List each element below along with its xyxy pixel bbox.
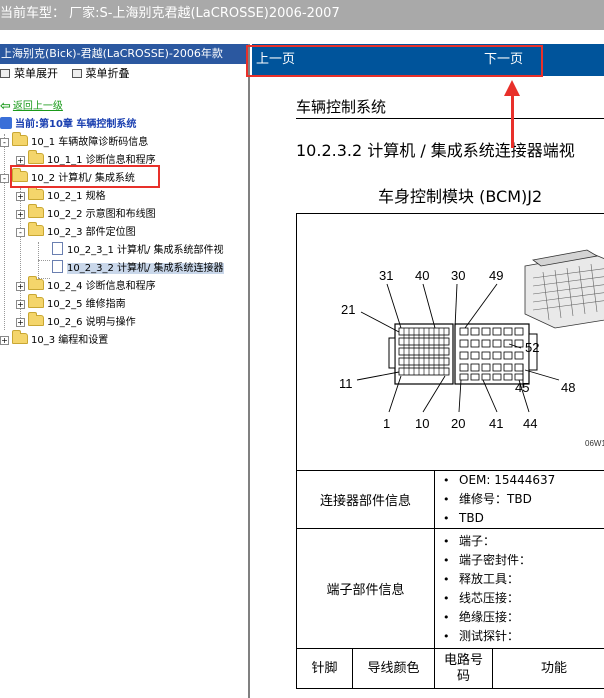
connector-diagram: 31 40 30 49 21 11 52 45 48 1 10 20 41 44 — [296, 213, 604, 471]
pin-label-bottom: 41 — [489, 416, 503, 431]
folder-icon — [28, 276, 44, 290]
book-icon — [0, 117, 12, 129]
tree-item[interactable]: +10_2_6 说明与操作 — [16, 312, 136, 332]
figure-code: 06W1 — [585, 439, 604, 448]
annotation-highlight-nav — [246, 45, 543, 77]
part-info-table: 连接器部件信息 OEM: 15444637 维修号：TBD TBD 端子部件信息… — [296, 470, 604, 649]
tree-item[interactable]: -10_2_3 部件定位图 — [16, 222, 136, 242]
pin-label-top: 30 — [451, 268, 465, 283]
section-title: 车辆控制系统 — [296, 98, 387, 116]
list-item: 释放工具： — [443, 570, 604, 589]
pin-label-bottom: 44 — [523, 416, 537, 431]
expand-menu-button[interactable]: 菜单展开 — [0, 64, 58, 84]
folder-icon — [28, 312, 44, 326]
terminal-info-cell: 端子： 端子密封件： 释放工具： 线芯压接： 绝缘压接： 测试探针： — [434, 528, 604, 649]
pin-label-left: 21 — [341, 302, 355, 317]
connector-end-view: 31 40 30 49 21 11 52 45 48 1 10 20 41 44 — [339, 249, 604, 448]
expand-node-icon[interactable]: + — [16, 300, 25, 309]
folder-icon — [28, 186, 44, 200]
annotation-arrow-up-icon — [504, 80, 520, 96]
collapse-node-icon[interactable]: - — [0, 174, 9, 183]
pin-label-top: 49 — [489, 268, 503, 283]
table-header-row: 针脚 导线颜色 电路号码 功能 — [296, 648, 604, 689]
expand-node-icon[interactable]: + — [16, 192, 25, 201]
back-link[interactable]: ⇦ 返回上一级 — [0, 98, 63, 116]
back-arrow-icon: ⇦ — [0, 99, 11, 114]
terminal-info-list: 端子： 端子密封件： 释放工具： 线芯压接： 绝缘压接： 测试探针： — [435, 532, 604, 646]
expand-node-icon[interactable]: + — [16, 282, 25, 291]
pin-function-table: 针脚 导线颜色 电路号码 功能 — [296, 648, 604, 689]
folder-icon — [28, 150, 44, 164]
pin-label-right: 52 — [525, 340, 539, 355]
tree-item-selected[interactable]: 10_2_3_2 计算机/ 集成系统连接器 — [52, 260, 224, 278]
pin-label-right: 48 — [561, 380, 575, 395]
tree-item[interactable]: +10_3 编程和设置 — [0, 330, 108, 350]
list-item: 端子密封件： — [443, 551, 604, 570]
annotation-highlight-tree — [10, 165, 160, 188]
list-item: 绝缘压接： — [443, 608, 604, 627]
list-item: 端子： — [443, 532, 604, 551]
tree-item[interactable]: +10_2_2 示意图和布线图 — [16, 204, 156, 224]
vehicle-header: 上海别克(Bick)-君越(LaCROSSE)-2006年款 — [0, 44, 248, 64]
tree-item[interactable]: 10_2_3_1 计算机/ 集成系统部件视 — [52, 242, 224, 260]
document-icon — [52, 242, 63, 255]
column-header-function: 功能 — [492, 648, 604, 689]
table-row: 端子部件信息 端子： 端子密封件： 释放工具： 线芯压接： 绝缘压接： 测试探针… — [296, 528, 604, 649]
list-item: 线芯压接： — [443, 589, 604, 608]
terminal-info-label: 端子部件信息 — [296, 528, 435, 649]
collapse-icon — [71, 69, 82, 78]
column-header-wire-color: 导线颜色 — [352, 648, 435, 689]
document-icon — [52, 260, 63, 273]
navigation-panel: 上海别克(Bick)-君越(LaCROSSE)-2006年款 菜单展开 菜单折叠… — [0, 44, 250, 698]
pin-label-bottom: 1 — [383, 416, 390, 431]
expand-node-icon[interactable]: + — [16, 156, 25, 165]
tree-toolbar: 菜单展开 菜单折叠 — [0, 64, 248, 84]
pin-label-bottom: 20 — [451, 416, 465, 431]
module-title: 车身控制模块 (BCM)J2 — [378, 187, 543, 206]
section-divider — [296, 118, 604, 119]
folder-icon — [28, 222, 44, 236]
column-header-circuit-number: 电路号码 — [434, 648, 493, 689]
expand-icon — [0, 69, 10, 78]
pin-label-right: 45 — [515, 380, 529, 395]
connector-info-cell: OEM: 15444637 维修号：TBD TBD — [434, 470, 604, 529]
current-chapter: 当前:第10章 车辆控制系统 — [0, 116, 136, 134]
tree-item[interactable]: +10_2_4 诊断信息和程序 — [16, 276, 156, 296]
list-item: OEM: 15444637 — [443, 471, 604, 490]
tree-item[interactable]: -10_1 车辆故障诊断码信息 — [0, 132, 148, 152]
connector-info-label: 连接器部件信息 — [296, 470, 435, 529]
folder-icon — [28, 204, 44, 218]
expand-node-icon[interactable]: + — [0, 336, 9, 345]
pin-label-top: 31 — [379, 268, 393, 283]
tree-guide-line — [4, 134, 5, 330]
window-title: 当前车型： 厂家:S-上海别克君越(LaCROSSE)2006-2007 — [0, 6, 340, 21]
connector-info-list: OEM: 15444637 维修号：TBD TBD — [435, 471, 604, 528]
window-title-bar: 当前车型： 厂家:S-上海别克君越(LaCROSSE)2006-2007 — [0, 0, 604, 30]
pin-label-bottom: 10 — [415, 416, 429, 431]
column-header-pin: 针脚 — [296, 648, 353, 689]
table-row: 连接器部件信息 OEM: 15444637 维修号：TBD TBD — [296, 470, 604, 529]
subsection-title: 10.2.3.2 计算机 / 集成系统连接器端视 — [296, 141, 575, 160]
expand-node-icon[interactable]: + — [16, 318, 25, 327]
connector-3d-illustration — [524, 249, 604, 329]
folder-icon — [28, 294, 44, 308]
collapse-node-icon[interactable]: - — [16, 228, 25, 237]
content-panel: 上一页 下一页 车辆控制系统 10.2.3.2 计算机 / 集成系统连接器端视 … — [252, 44, 604, 698]
pin-label-left: 11 — [339, 376, 353, 391]
list-item: TBD — [443, 509, 604, 528]
list-item: 维修号：TBD — [443, 490, 604, 509]
expand-node-icon[interactable]: + — [16, 210, 25, 219]
connector-latch-left — [388, 337, 396, 369]
folder-icon — [12, 132, 28, 146]
list-item: 测试探针： — [443, 627, 604, 646]
tree-guide-line — [38, 260, 50, 261]
collapse-menu-button[interactable]: 菜单折叠 — [71, 64, 130, 84]
annotation-arrow-shaft — [511, 93, 514, 148]
folder-icon — [12, 330, 28, 344]
pin-label-top: 40 — [415, 268, 429, 283]
collapse-node-icon[interactable]: - — [0, 138, 9, 147]
